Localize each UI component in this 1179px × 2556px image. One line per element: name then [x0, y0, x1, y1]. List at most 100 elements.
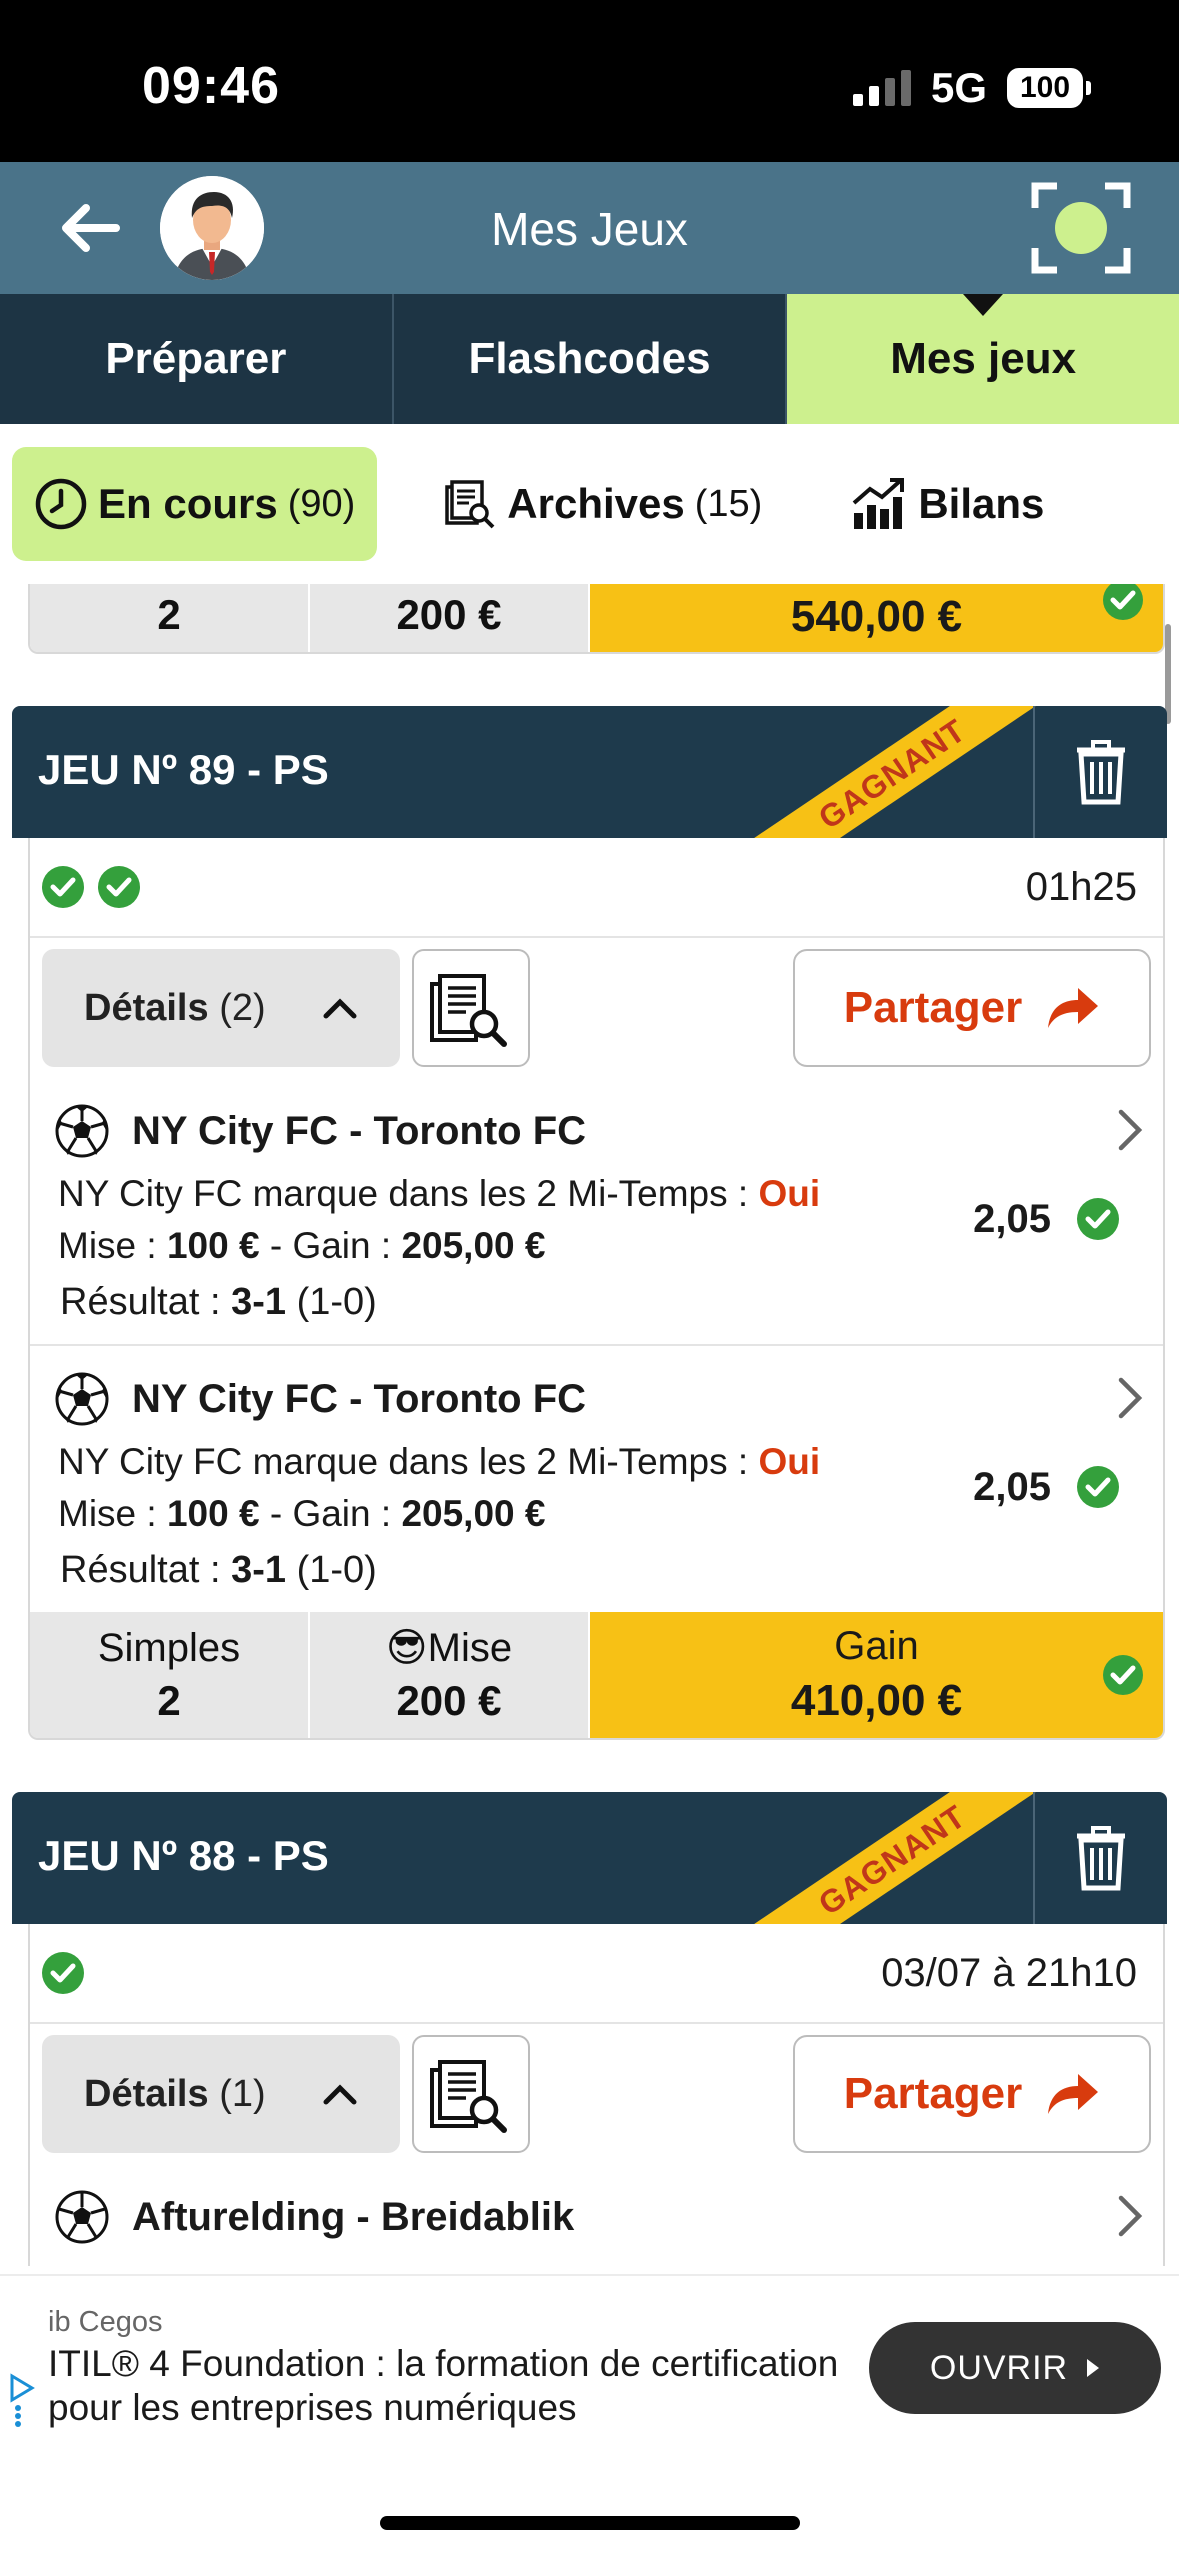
mise-value: 100 € — [166, 1493, 260, 1534]
ad-sponsor: ib Cegos — [48, 2306, 163, 2338]
gain-label: - Gain : — [269, 1225, 392, 1266]
status-indicators: 5G 100 — [852, 64, 1091, 112]
odds-value: 2,05 — [973, 1196, 1051, 1241]
summary-count-cell: 2 — [30, 584, 310, 652]
subtab-archives[interactable]: Archives (15) — [421, 447, 784, 561]
subtab-bilans[interactable]: Bilans — [828, 447, 1066, 561]
summary-gain-cell: Gain 410,00 € — [590, 1612, 1163, 1738]
summary-type-cell: Simples 2 — [30, 1612, 310, 1738]
summary-mise: 200 € — [396, 1676, 502, 1724]
bet-item[interactable]: NY City FC - Toronto FC NY City FC marqu… — [30, 1078, 1163, 1346]
cellular-signal-icon — [852, 70, 911, 106]
share-button[interactable]: Partager — [793, 2035, 1151, 2153]
game-actions: Détails (2) Partager — [30, 938, 1163, 1078]
details-label: Détails — [84, 986, 209, 1029]
details-toggle-button[interactable]: Détails (1) — [42, 2035, 400, 2153]
scan-button[interactable] — [1031, 182, 1131, 274]
subtab-en-cours[interactable]: En cours (90) — [12, 447, 378, 561]
summary-type-label: Simples — [97, 1625, 241, 1670]
trash-icon — [1077, 740, 1125, 805]
summary-gain: 410,00 € — [790, 1676, 963, 1726]
game-actions: Détails (1) Partager — [30, 2024, 1163, 2164]
soccer-ball-icon — [55, 2190, 109, 2244]
game-title: JEU Nº 88 - PS — [38, 1832, 329, 1879]
ad-text: ITIL® 4 Foundation : la formation de cer… — [48, 2343, 839, 2428]
share-button[interactable]: Partager — [793, 949, 1151, 1067]
subtab-en-cours-count: (90) — [287, 482, 356, 525]
game-body: 01h25 Détails (2) Partager NY City FC - … — [28, 838, 1165, 1612]
delete-button[interactable] — [1033, 706, 1167, 838]
status-checks — [40, 864, 142, 910]
details-count: (1) — [219, 2072, 266, 2115]
result-halftime: (1-0) — [296, 1281, 377, 1323]
gain-label: - Gain : — [269, 1493, 392, 1534]
ticket-view-button[interactable] — [412, 949, 530, 1067]
sub-tabs: En cours (90) Archives (15) Bilans — [0, 424, 1179, 584]
mise-label: Mise : — [58, 1493, 157, 1534]
result-score: 3-1 — [231, 1281, 287, 1323]
summary-count: 2 — [157, 591, 181, 638]
bet-result: Résultat : 3-1 (1-0) — [30, 1272, 1163, 1332]
summary-gain-cell: 540,00 € — [590, 584, 1163, 652]
bet-odds: 2,05 — [973, 1464, 1121, 1510]
summary-mise-cell: 200 € — [310, 584, 590, 652]
app-header: Mes Jeux — [0, 162, 1179, 294]
chevron-right-icon — [1118, 2195, 1143, 2237]
game-title: JEU Nº 89 - PS — [38, 746, 329, 793]
check-icon — [98, 866, 140, 908]
ad-choices-icon[interactable] — [8, 2372, 36, 2428]
details-toggle-button[interactable]: Détails (2) — [42, 949, 400, 1067]
ticket-view-button[interactable] — [412, 2035, 530, 2153]
bet-item[interactable]: NY City FC - Toronto FC NY City FC marqu… — [30, 1346, 1163, 1612]
chevron-up-icon — [323, 998, 357, 1019]
result-score: 3-1 — [231, 1549, 287, 1591]
summary-mise-cell: 😎Mise 200 € — [310, 1612, 590, 1738]
ad-banner[interactable]: ib Cegos ITIL® 4 Foundation : la formati… — [0, 2274, 1179, 2458]
home-indicator[interactable] — [380, 2516, 800, 2530]
game-summary: Simples 2 😎Mise 200 € Gain 410,00 € — [28, 1612, 1165, 1740]
scan-frame-icon — [1031, 182, 1131, 274]
match-name: Afturelding - Breidablik — [132, 2194, 575, 2239]
winner-ribbon: GAGNANT — [752, 706, 1042, 838]
bet-result: Résultat : 3-1 (1-0) — [30, 1540, 1163, 1600]
game-time: 03/07 à 21h10 — [881, 1950, 1137, 1995]
details-count: (2) — [219, 986, 266, 1029]
tab-preparer[interactable]: Préparer — [0, 294, 394, 424]
bet-odds: 2,05 — [973, 1196, 1121, 1242]
delete-button[interactable] — [1033, 1792, 1167, 1924]
tab-flashcodes[interactable]: Flashcodes — [394, 294, 788, 424]
summary-mise: 200 € — [396, 591, 502, 638]
ad-open-button[interactable]: OUVRIR — [869, 2322, 1161, 2414]
game-card: JEU Nº 89 - PS GAGNANT 01h25 Détails (2)… — [0, 706, 1179, 1740]
check-icon — [42, 1952, 84, 1994]
selection-choice: Oui — [758, 1441, 821, 1482]
document-search-icon — [430, 2060, 507, 2133]
games-list[interactable]: 2 200 € 540,00 € JEU Nº 89 - PS GAGNANT — [0, 584, 1179, 2274]
subtab-archives-label: Archives — [507, 480, 685, 527]
selection-text: NY City FC marque dans les 2 Mi-Temps : — [58, 1173, 749, 1214]
status-checks — [40, 1950, 86, 1996]
summary-gain-label: Gain — [834, 1624, 919, 1669]
status-bar: 09:46 5G 100 — [0, 0, 1179, 162]
summary-gain: 540,00 € — [790, 592, 963, 641]
soccer-ball-icon — [55, 1104, 109, 1158]
subtab-archives-count: (15) — [694, 482, 763, 525]
bet-item[interactable]: Afturelding - Breidablik — [30, 2164, 1163, 2266]
result-halftime: (1-0) — [296, 1549, 377, 1591]
game-card: JEU Nº 88 - PS GAGNANT 03/07 à 21h10 Dét… — [0, 1792, 1179, 2266]
check-icon — [1077, 1198, 1119, 1240]
check-icon — [42, 866, 84, 908]
share-arrow-icon — [1048, 2074, 1099, 2114]
game-header: JEU Nº 89 - PS GAGNANT — [12, 706, 1167, 838]
battery-icon: 100 — [1007, 68, 1091, 108]
tab-mes-jeux[interactable]: Mes jeux — [787, 294, 1179, 424]
summary-mise-label: Mise — [427, 1625, 513, 1670]
check-icon — [1103, 1655, 1143, 1695]
prev-game-summary: 2 200 € 540,00 € — [28, 584, 1165, 654]
gain-value: 205,00 € — [401, 1225, 546, 1266]
network-type: 5G — [930, 64, 987, 111]
archive-search-icon — [445, 480, 495, 529]
play-triangle-icon — [1087, 2359, 1100, 2377]
chevron-right-icon — [1118, 1377, 1143, 1419]
gain-value: 205,00 € — [401, 1493, 546, 1534]
